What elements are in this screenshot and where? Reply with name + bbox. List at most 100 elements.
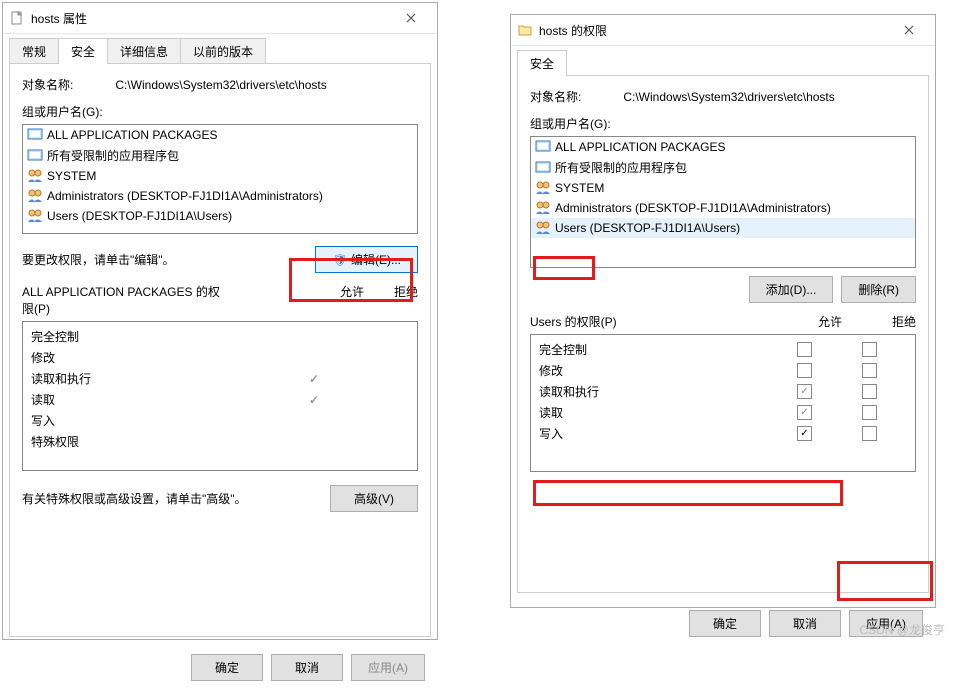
dialog-buttons: 确定 取消 应用(A) bbox=[3, 644, 437, 691]
perm-deny-header: 拒绝 bbox=[394, 283, 418, 317]
group-list[interactable]: ALL APPLICATION PACKAGES 所有受限制的应用程序包 SYSTE… bbox=[530, 136, 916, 268]
tab-security[interactable]: 安全 bbox=[517, 50, 567, 76]
properties-dialog: hosts 属性 常规 安全 详细信息 以前的版本 对象名称: C:\Windo… bbox=[2, 2, 438, 640]
remove-button[interactable]: 删除(R) bbox=[841, 276, 916, 303]
perm-name: 读取和执行 bbox=[539, 383, 599, 400]
perm-row: 特殊权限 bbox=[31, 431, 409, 452]
ok-button[interactable]: 确定 bbox=[191, 654, 263, 681]
deny-checkbox[interactable] bbox=[862, 384, 877, 399]
group-icon bbox=[27, 188, 43, 204]
group-name: ALL APPLICATION PACKAGES bbox=[47, 128, 218, 142]
object-name-label: 对象名称: bbox=[530, 88, 620, 105]
security-tab-body: 对象名称: C:\Windows\System32\drivers\etc\ho… bbox=[9, 63, 431, 637]
group-label: 组或用户名(G): bbox=[22, 103, 418, 120]
object-name-value: C:\Windows\System32\drivers\etc\hosts bbox=[623, 90, 834, 104]
tab-security[interactable]: 安全 bbox=[58, 38, 108, 64]
group-icon bbox=[27, 127, 43, 143]
deny-checkbox[interactable] bbox=[862, 342, 877, 357]
allow-checkbox[interactable]: ✓ bbox=[797, 405, 812, 420]
group-name: 所有受限制的应用程序包 bbox=[555, 159, 687, 176]
close-button[interactable] bbox=[889, 16, 929, 44]
group-icon bbox=[27, 208, 43, 224]
group-icon bbox=[535, 160, 551, 176]
shield-icon: 🛡 bbox=[332, 253, 347, 267]
edit-hint: 要更改权限，请单击"编辑"。 bbox=[22, 251, 175, 268]
tab-general[interactable]: 常规 bbox=[9, 38, 59, 64]
object-name-value: C:\Windows\System32\drivers\etc\hosts bbox=[115, 78, 326, 92]
group-name: SYSTEM bbox=[47, 169, 96, 183]
perm-name: 写入 bbox=[539, 425, 563, 442]
perm-name: 特殊权限 bbox=[31, 433, 79, 450]
list-item[interactable]: SYSTEM bbox=[531, 178, 915, 198]
allow-checkbox[interactable]: ✓ bbox=[797, 384, 812, 399]
allow-checkbox[interactable] bbox=[797, 363, 812, 378]
list-item[interactable]: Users (DESKTOP-FJ1DI1A\Users) bbox=[23, 206, 417, 226]
list-item[interactable]: ALL APPLICATION PACKAGES bbox=[23, 125, 417, 145]
perm-name: 修改 bbox=[31, 349, 55, 366]
allow-checkbox[interactable] bbox=[797, 342, 812, 357]
deny-checkbox[interactable] bbox=[862, 363, 877, 378]
perm-row: 读取✓ bbox=[539, 402, 907, 423]
perm-name: 修改 bbox=[539, 362, 563, 379]
perm-name: 完全控制 bbox=[31, 328, 79, 345]
list-item[interactable]: Users (DESKTOP-FJ1DI1A\Users) bbox=[531, 218, 915, 238]
object-name-label: 对象名称: bbox=[22, 76, 112, 93]
perm-row: 完全控制 bbox=[539, 339, 907, 360]
deny-checkbox[interactable] bbox=[862, 426, 877, 441]
group-icon bbox=[535, 180, 551, 196]
allow-mark: ✓ bbox=[309, 372, 319, 386]
advanced-hint: 有关特殊权限或高级设置，请单击"高级"。 bbox=[22, 490, 247, 507]
edit-button-label: 编辑(E)... bbox=[351, 253, 401, 267]
add-button[interactable]: 添加(D)... bbox=[749, 276, 834, 303]
security-tab-body: 对象名称: C:\Windows\System32\drivers\etc\ho… bbox=[517, 75, 929, 593]
permissions-box: 完全控制修改读取和执行✓ 读取 ✓ 写入特殊权限 bbox=[22, 321, 418, 471]
permissions-box: 完全控制修改读取和执行✓读取✓写入✓ bbox=[530, 334, 916, 472]
group-name: Administrators (DESKTOP-FJ1DI1A\Administ… bbox=[555, 201, 831, 215]
close-button[interactable] bbox=[391, 4, 431, 32]
perm-name: 读取 bbox=[31, 391, 55, 408]
ok-button[interactable]: 确定 bbox=[689, 610, 761, 637]
group-name: Users (DESKTOP-FJ1DI1A\Users) bbox=[47, 209, 232, 223]
list-item[interactable]: 所有受限制的应用程序包 bbox=[23, 145, 417, 166]
file-icon bbox=[9, 10, 25, 26]
perm-row: 读取 ✓ bbox=[31, 389, 409, 410]
perm-allow-header: 允许 bbox=[340, 283, 364, 317]
perm-header-left: ALL APPLICATION PACKAGES 的权限(P) bbox=[22, 283, 222, 317]
watermark: CSDN @龙俊亨 bbox=[859, 621, 945, 638]
perm-row: 完全控制 bbox=[31, 326, 409, 347]
group-icon bbox=[535, 139, 551, 155]
group-list[interactable]: ALL APPLICATION PACKAGES 所有受限制的应用程序包 SYSTE… bbox=[22, 124, 418, 234]
perm-row: 读取和执行 ✓ bbox=[539, 381, 907, 402]
allow-checkbox[interactable]: ✓ bbox=[797, 426, 812, 441]
tab-previous-versions[interactable]: 以前的版本 bbox=[180, 38, 266, 64]
allow-mark: ✓ bbox=[309, 393, 319, 407]
deny-checkbox[interactable] bbox=[862, 405, 877, 420]
group-icon bbox=[535, 200, 551, 216]
titlebar: hosts 的权限 bbox=[511, 15, 935, 46]
perm-row: 写入 ✓ bbox=[539, 423, 907, 444]
cancel-button[interactable]: 取消 bbox=[769, 610, 841, 637]
perm-name: 写入 bbox=[31, 412, 55, 429]
perm-header-left: Users 的权限(P) bbox=[530, 313, 617, 330]
perm-deny-header: 拒绝 bbox=[892, 313, 916, 330]
group-name: 所有受限制的应用程序包 bbox=[47, 147, 179, 164]
list-item[interactable]: Administrators (DESKTOP-FJ1DI1A\Administ… bbox=[531, 198, 915, 218]
list-item[interactable]: ALL APPLICATION PACKAGES bbox=[531, 137, 915, 157]
tab-details[interactable]: 详细信息 bbox=[107, 38, 181, 64]
list-item[interactable]: 所有受限制的应用程序包 bbox=[531, 157, 915, 178]
edit-button[interactable]: 🛡 编辑(E)... bbox=[315, 246, 418, 273]
list-item[interactable]: SYSTEM bbox=[23, 166, 417, 186]
permissions-dialog: hosts 的权限 安全 对象名称: C:\Windows\System32\d… bbox=[510, 14, 936, 608]
group-name: Users (DESKTOP-FJ1DI1A\Users) bbox=[555, 221, 740, 235]
tab-strip: 常规 安全 详细信息 以前的版本 bbox=[3, 34, 437, 64]
perm-row: 修改 bbox=[539, 360, 907, 381]
list-item[interactable]: Administrators (DESKTOP-FJ1DI1A\Administ… bbox=[23, 186, 417, 206]
tab-strip: 安全 bbox=[511, 46, 935, 76]
perm-row: 读取和执行✓ bbox=[31, 368, 409, 389]
apply-button[interactable]: 应用(A) bbox=[351, 654, 425, 681]
group-icon bbox=[535, 220, 551, 236]
perm-allow-header: 允许 bbox=[818, 313, 842, 330]
folder-icon bbox=[517, 22, 533, 38]
cancel-button[interactable]: 取消 bbox=[271, 654, 343, 681]
advanced-button[interactable]: 高级(V) bbox=[330, 485, 418, 512]
